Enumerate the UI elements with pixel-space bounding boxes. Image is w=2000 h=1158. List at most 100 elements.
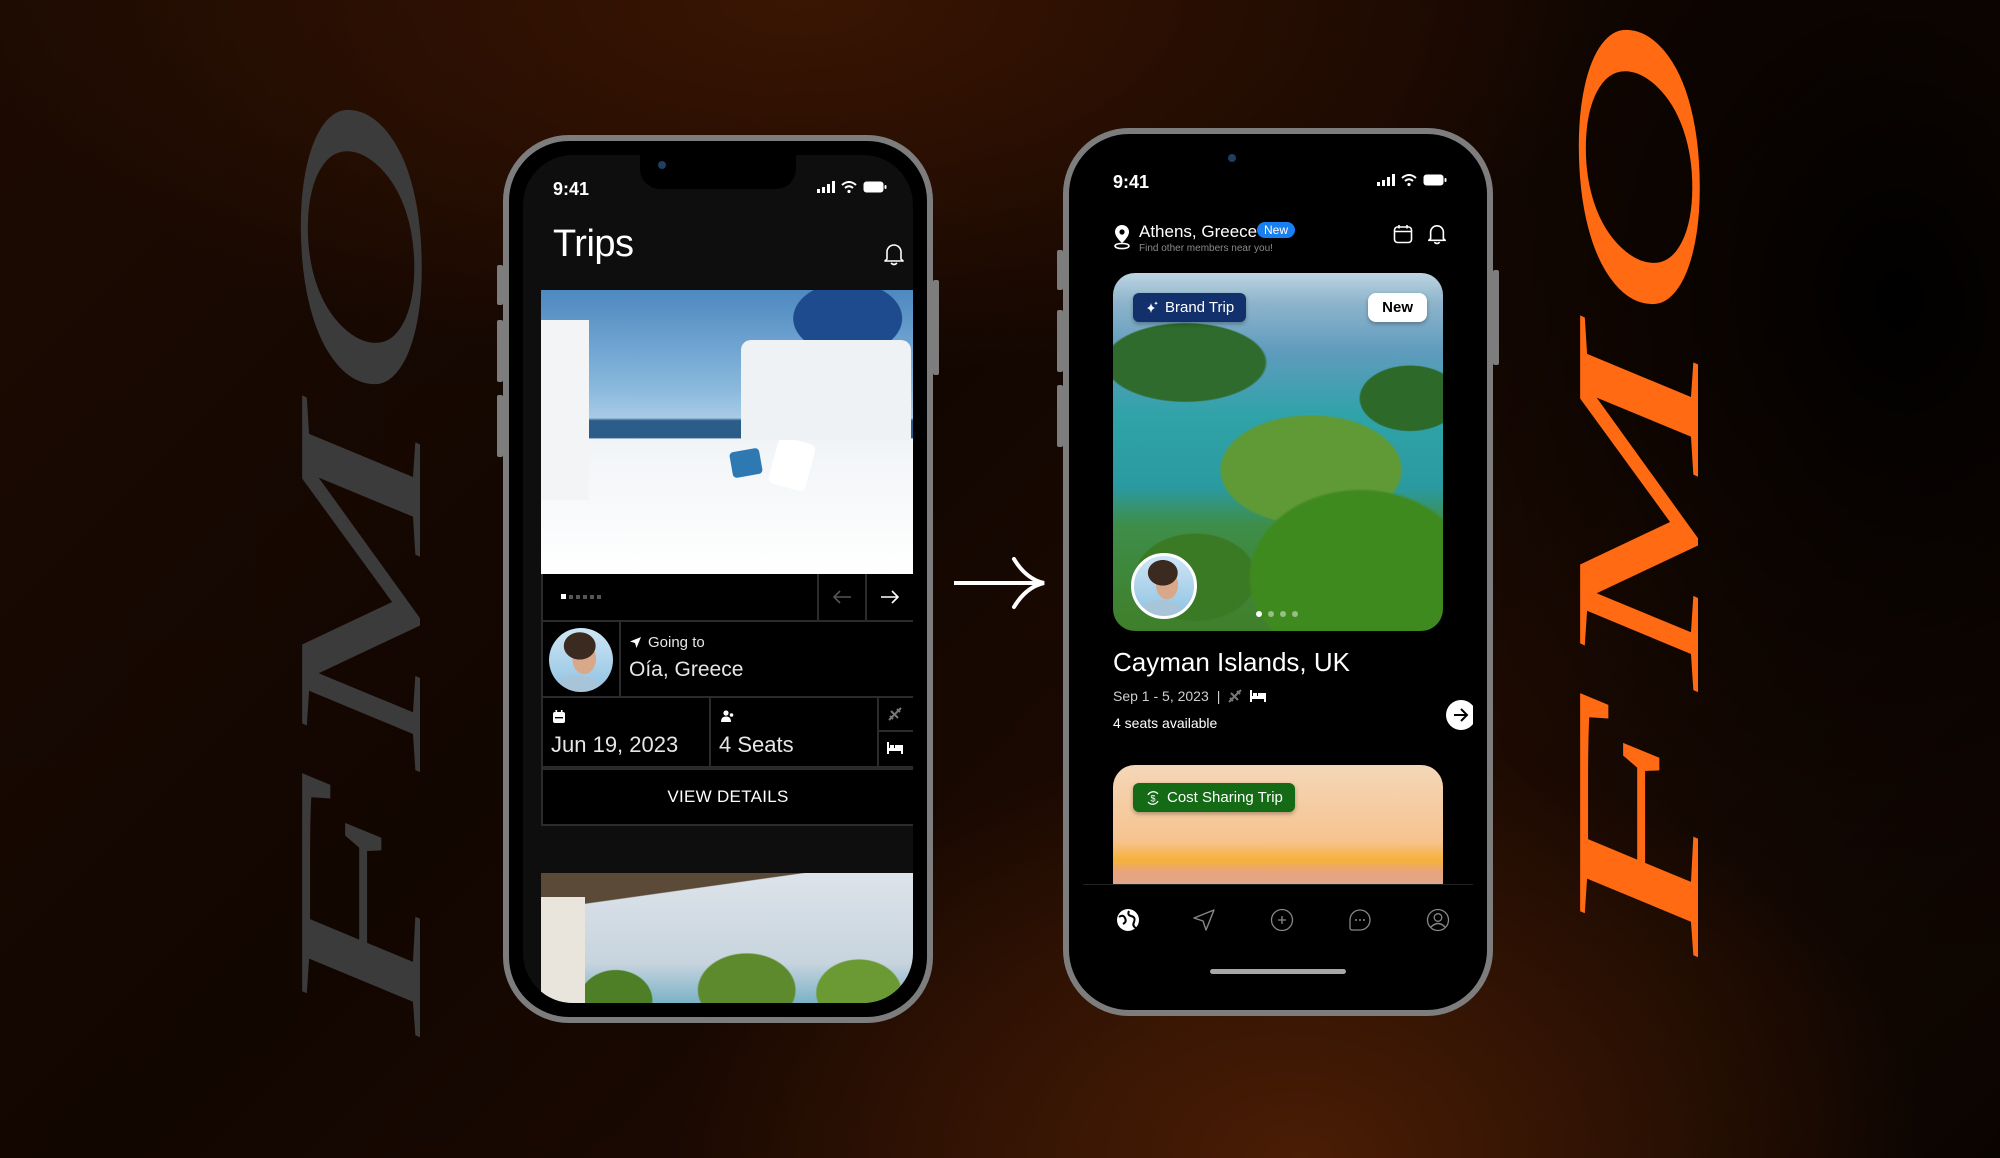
- seats-available: 4 seats available: [1113, 715, 1218, 731]
- tab-profile[interactable]: [1423, 905, 1453, 935]
- home-indicator[interactable]: [1210, 969, 1346, 974]
- new-badge: New: [1257, 222, 1296, 238]
- location-subtitle: Find other members near you!: [1139, 243, 1273, 254]
- page-title: Trips: [553, 223, 634, 265]
- trip-meta: Sep 1 - 5, 2023 |: [1113, 688, 1267, 704]
- v2-screen: 9:41 Athens, Greece New Find other membe…: [1083, 148, 1473, 996]
- image-detail: [741, 340, 911, 440]
- next-trip-image[interactable]: [541, 873, 913, 1003]
- status-time: 9:41: [553, 179, 590, 199]
- battery-icon: [1423, 174, 1447, 186]
- hotel-cell: [879, 732, 913, 766]
- going-to-label-row: Going to: [629, 634, 705, 651]
- v2-title-text: FMO 2.0: [1538, 0, 1737, 955]
- destination-row: Going to Oía, Greece: [541, 622, 913, 698]
- bell-icon[interactable]: [1427, 223, 1447, 245]
- image-dot: [1268, 611, 1274, 617]
- phone-side-button: [1493, 270, 1499, 365]
- v2-phone: 9:41 Athens, Greece New Find other membe…: [1063, 128, 1493, 1016]
- tab-explore[interactable]: [1113, 905, 1143, 935]
- location-title: Athens, Greece: [1139, 222, 1258, 241]
- battery-icon: [863, 181, 887, 193]
- new-trip-badge: New: [1368, 293, 1427, 322]
- host-avatar[interactable]: [1131, 553, 1197, 619]
- people-icon: [721, 710, 734, 722]
- image-detail: [767, 435, 817, 493]
- calendar-icon[interactable]: [1393, 224, 1413, 244]
- trip-image[interactable]: [541, 290, 913, 574]
- trip-card[interactable]: Going to Oía, Greece Jun 19, 2023 4 Seat…: [541, 290, 913, 830]
- avatar-cell: [543, 622, 621, 696]
- signal-icon: [817, 181, 835, 193]
- image-detail: [541, 897, 585, 1003]
- pager-dot: [583, 595, 587, 599]
- arrow-right-icon: [881, 590, 900, 604]
- open-trip-button[interactable]: [1446, 700, 1473, 730]
- send-icon: [1193, 909, 1215, 931]
- destination-text: Oía, Greece: [629, 658, 744, 681]
- seats-cell: 4 Seats: [711, 698, 879, 766]
- calendar-icon: [553, 710, 565, 723]
- pager-dot: [569, 595, 573, 599]
- pager-dots: [561, 594, 601, 599]
- globe-icon: [1117, 909, 1139, 931]
- v2-title: FMO 2.0: [1538, 0, 1737, 955]
- status-time: 9:41: [1113, 172, 1150, 192]
- bell-icon[interactable]: [883, 242, 905, 266]
- chat-icon: [1349, 909, 1371, 931]
- dollar-cycle-icon: $: [1147, 790, 1159, 805]
- image-dots: [1256, 611, 1298, 617]
- pager-dot: [561, 594, 566, 599]
- featured-trip-image[interactable]: Brand Trip New: [1113, 273, 1443, 631]
- trip-seats: 4 Seats: [719, 732, 794, 757]
- going-to-label: Going to: [648, 634, 705, 651]
- status-bar: 9:41: [523, 155, 913, 215]
- mvp-screen: 9:41 Trips Going to Oía, Greece Jun 19, …: [523, 155, 913, 1003]
- pager-dot: [576, 595, 580, 599]
- trip-date: Jun 19, 2023: [551, 732, 679, 757]
- image-detail: [541, 320, 589, 500]
- avatar[interactable]: [549, 628, 613, 692]
- user-icon: [1426, 908, 1450, 932]
- meta-separator: |: [1216, 688, 1221, 704]
- arrow-left-icon: [832, 590, 851, 604]
- flight-icon: [1228, 689, 1243, 703]
- system-icons: [817, 181, 887, 193]
- location-pin-icon: [1114, 225, 1130, 250]
- svg-text:$: $: [1150, 793, 1155, 803]
- signal-icon: [1377, 174, 1395, 186]
- sparkle-icon: [1147, 301, 1158, 313]
- prev-image-button[interactable]: [817, 574, 865, 620]
- phone-side-button: [933, 280, 939, 375]
- date-cell: Jun 19, 2023: [543, 698, 711, 766]
- system-icons: [1377, 174, 1447, 186]
- cost-sharing-label: Cost Sharing Trip: [1167, 789, 1283, 806]
- details-row: Jun 19, 2023 4 Seats: [541, 698, 913, 768]
- arrow-right-icon: [1454, 708, 1469, 722]
- flight-icon: [888, 707, 902, 721]
- tab-create[interactable]: [1267, 905, 1297, 935]
- image-detail: [728, 447, 764, 479]
- mvp-phone: 9:41 Trips Going to Oía, Greece Jun 19, …: [503, 135, 933, 1023]
- destination-cell: Going to Oía, Greece: [629, 622, 913, 696]
- location-arrow-icon: [630, 637, 641, 648]
- trip-dates: Sep 1 - 5, 2023: [1113, 688, 1209, 704]
- mvp-title-text: FMO MVP: [260, 0, 459, 1035]
- trip-title[interactable]: Cayman Islands, UK: [1113, 647, 1350, 678]
- pager-dot: [597, 595, 601, 599]
- right-arrow-icon: [954, 557, 1045, 609]
- image-dot: [1256, 611, 1262, 617]
- tab-bar: [1083, 884, 1473, 996]
- tab-trips[interactable]: [1189, 905, 1219, 935]
- image-dot: [1292, 611, 1298, 617]
- bed-icon: [1250, 690, 1267, 702]
- wifi-icon: [841, 181, 857, 193]
- brand-trip-badge: Brand Trip: [1133, 293, 1247, 322]
- cost-sharing-badge: $ Cost Sharing Trip: [1133, 783, 1295, 812]
- view-details-button[interactable]: VIEW DETAILS: [541, 768, 913, 826]
- flight-cell: [879, 698, 913, 732]
- next-image-button[interactable]: [865, 574, 913, 620]
- location-header[interactable]: Athens, Greece New Find other members ne…: [1113, 222, 1447, 262]
- pager-dot: [590, 595, 594, 599]
- tab-messages[interactable]: [1345, 905, 1375, 935]
